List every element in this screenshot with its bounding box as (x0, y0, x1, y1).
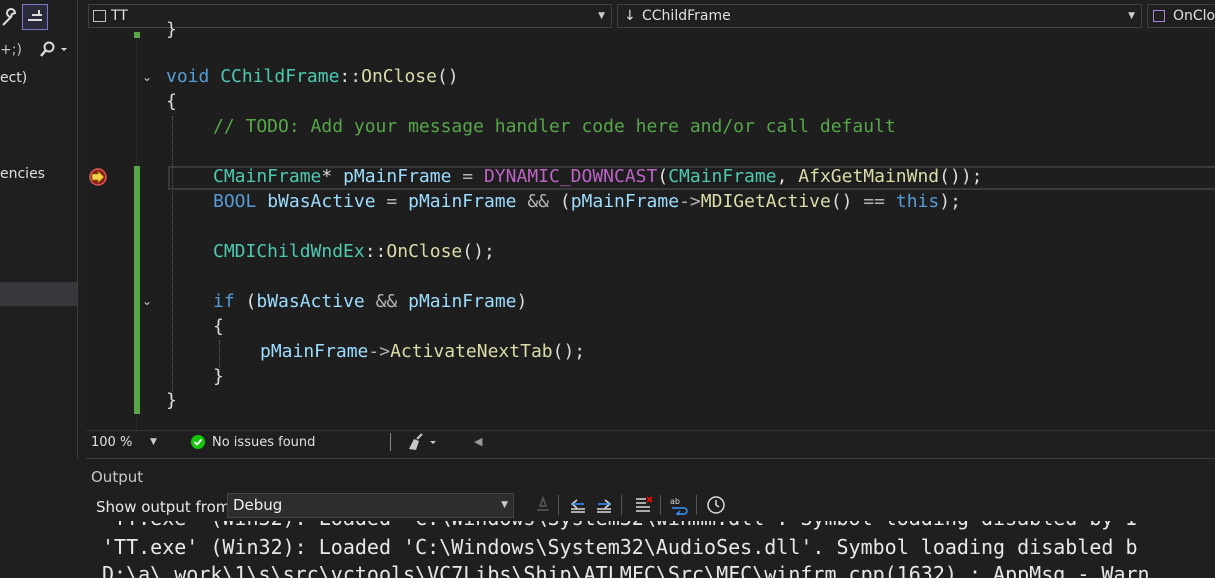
output-panel: Output Show output from: Debug ▼ ab 'TT.… (86, 458, 1215, 578)
search-icon[interactable] (38, 40, 68, 64)
change-indicator-bar (134, 32, 140, 38)
clock-icon[interactable] (706, 495, 726, 519)
code-cleanup-broom-icon[interactable] (406, 433, 440, 455)
chevron-down-icon: ▼ (1128, 11, 1135, 21)
status-divider (390, 433, 391, 451)
breakpoint-arrow-icon[interactable] (88, 167, 108, 191)
code-line[interactable]: { (213, 315, 224, 339)
output-line: 'TT.exe' (Win32): Loaded 'C:\Windows\Sys… (102, 521, 1138, 531)
indent-guide (172, 116, 173, 406)
selected-tree-item[interactable] (0, 282, 77, 306)
output-source-value: Debug (233, 496, 283, 514)
show-output-from-label: Show output from: (96, 498, 236, 516)
word-wrap-icon[interactable]: ab (669, 495, 689, 519)
find-message-icon[interactable] (534, 495, 552, 517)
wrench-icon[interactable] (0, 8, 20, 32)
next-message-icon[interactable] (594, 495, 614, 519)
output-panel-title: Output (91, 468, 144, 486)
project-icon (93, 10, 106, 22)
tree-item-fragment[interactable]: ect) (0, 70, 27, 86)
scope-arrow-icon: ↓ (624, 8, 636, 24)
editor-gutter[interactable] (86, 32, 137, 430)
code-line-function-signature[interactable]: void CChildFrame::OnClose() (166, 65, 459, 89)
code-line[interactable]: BOOL bWasActive = pMainFrame && (pMainFr… (213, 190, 961, 214)
solution-explorer-panel: +;) ect) encies (0, 0, 78, 458)
tree-item-fragment[interactable]: encies (0, 166, 45, 182)
chevron-down-icon: ▼ (501, 500, 508, 510)
collapse-chevron-icon[interactable]: ⌄ (142, 70, 152, 84)
code-line[interactable]: CMDIChildWndEx::OnClose(); (213, 240, 495, 264)
toolbar-divider (621, 495, 622, 515)
code-line[interactable]: CMainFrame* pMainFrame = DYNAMIC_DOWNCAS… (213, 165, 983, 189)
output-line: D:\a\_work\1\s\src\vctools\VC7Libs\Ship\… (102, 562, 1150, 578)
svg-text:ab: ab (670, 497, 680, 506)
issues-status[interactable]: No issues found (212, 435, 315, 450)
class-dropdown[interactable]: ↓ CChildFrame ▼ (617, 4, 1142, 28)
code-line-comment[interactable]: // TODO: Add your message handler code h… (213, 115, 896, 139)
code-line[interactable]: pMainFrame->ActivateNextTab(); (260, 340, 585, 364)
change-indicator-bar (134, 166, 140, 414)
output-text-area[interactable]: 'TT.exe' (Win32): Loaded 'C:\Windows\Sys… (86, 521, 1215, 578)
toolbar-divider (696, 495, 697, 515)
editor-status-bar: 100 % ▼ No issues found ◀ (86, 430, 1215, 455)
method-cube-icon (1153, 10, 1165, 22)
filter-text-fragment: +;) (0, 42, 22, 58)
chevron-down-icon[interactable]: ▼ (150, 437, 157, 447)
collapse-chevron-icon[interactable]: ⌄ (142, 294, 152, 308)
scroll-left-icon[interactable]: ◀ (474, 435, 482, 448)
navigation-bar: TT ▼ ↓ CChildFrame ▼ OnClo (86, 0, 1215, 33)
output-line: 'TT.exe' (Win32): Loaded 'C:\Windows\Sys… (102, 535, 1138, 559)
check-circle-icon (191, 435, 205, 449)
project-name: TT (111, 8, 128, 24)
clear-all-icon[interactable] (633, 495, 653, 519)
toolbar-divider (558, 495, 559, 515)
properties-toggle-icon[interactable] (22, 4, 48, 30)
code-line[interactable]: } (213, 365, 224, 389)
code-line-if[interactable]: if (bWasActive && pMainFrame) (213, 290, 527, 314)
member-dropdown[interactable]: OnClo (1147, 4, 1215, 28)
class-name: CChildFrame (642, 8, 731, 24)
toolbar-divider (660, 495, 661, 515)
zoom-level[interactable]: 100 % (91, 435, 132, 450)
chevron-down-icon: ▼ (598, 11, 605, 21)
code-line[interactable]: } (166, 18, 177, 42)
output-source-select[interactable]: Debug ▼ (227, 493, 514, 518)
code-line[interactable]: { (166, 90, 177, 114)
code-editor[interactable]: ⌄ ⌄ } void CChildFrame::OnClose() { // T… (86, 19, 1215, 430)
code-line[interactable]: } (166, 389, 177, 413)
member-name: OnClo (1173, 8, 1215, 24)
previous-message-icon[interactable] (568, 495, 588, 519)
